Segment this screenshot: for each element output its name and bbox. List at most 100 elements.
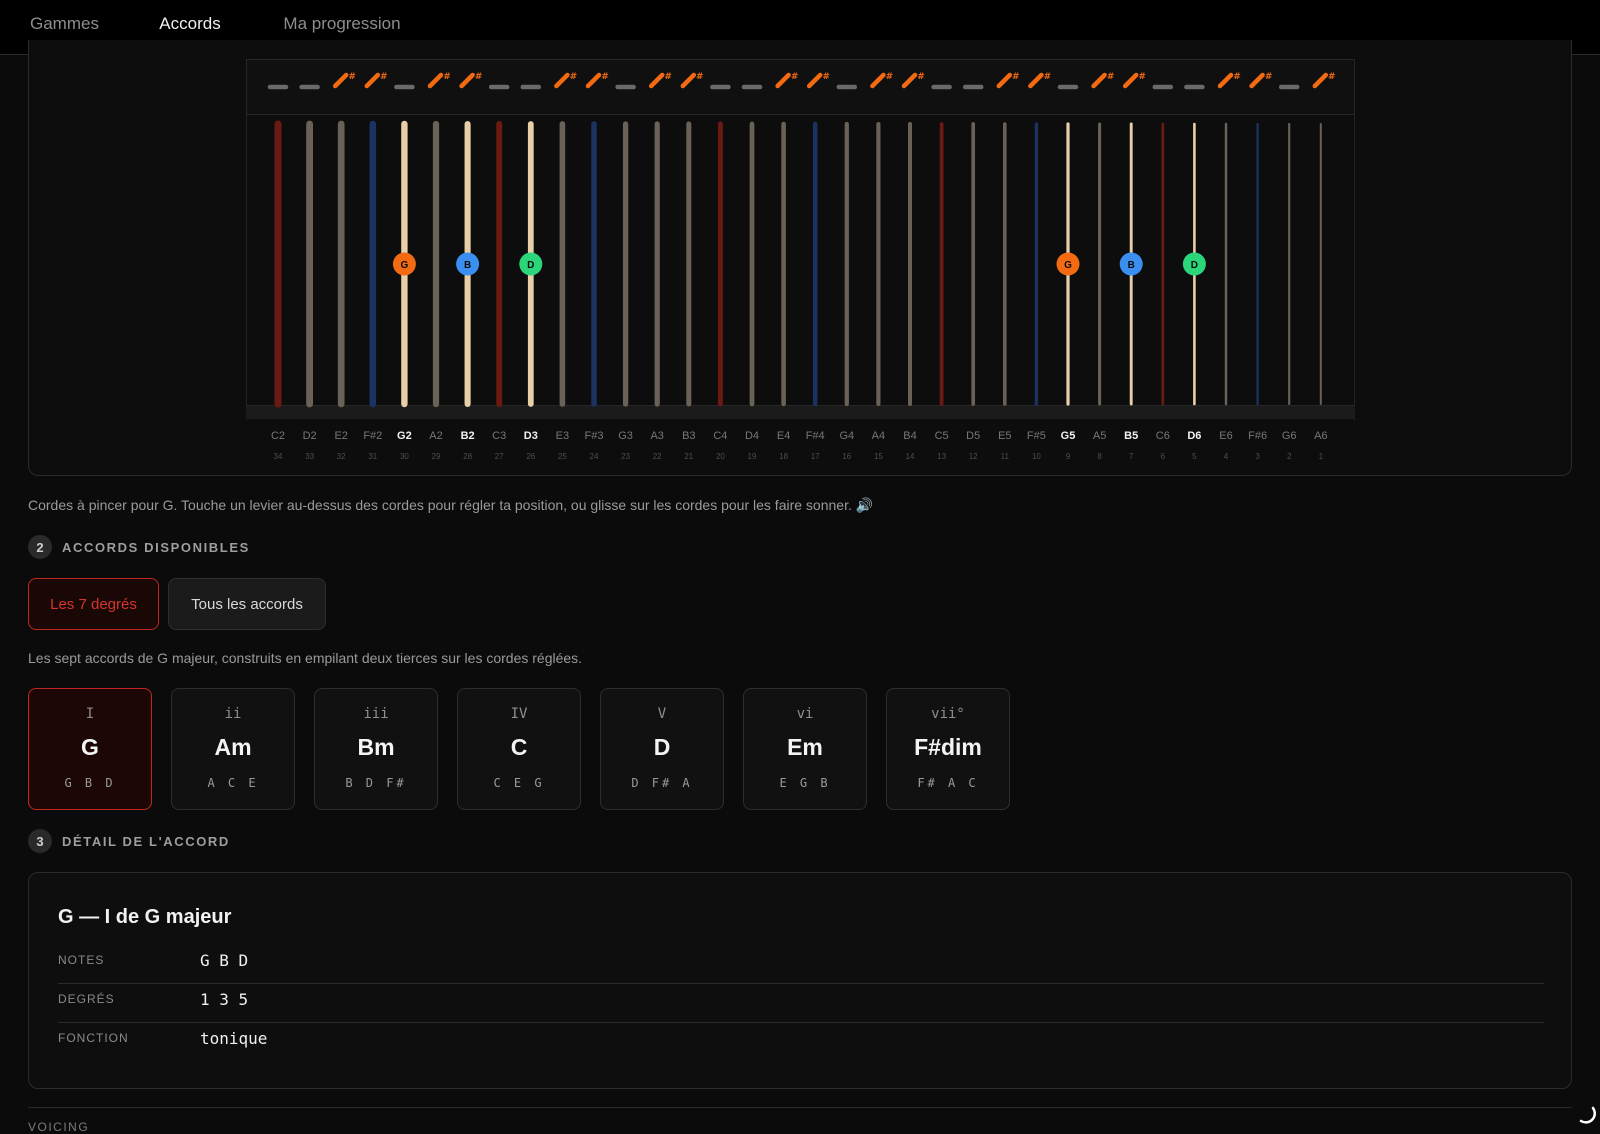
- string-number-label: 15: [874, 452, 883, 461]
- string-note-label: G3: [618, 430, 633, 442]
- string-note-label: A3: [650, 430, 663, 442]
- string-note-label: E2: [334, 430, 347, 442]
- string-number-label: 7: [1129, 452, 1134, 461]
- string-number-label: 26: [526, 452, 535, 461]
- chord-card-iii[interactable]: iii Bm B D F#: [314, 688, 438, 810]
- string-number-label: 32: [337, 452, 346, 461]
- lever-sharp[interactable]: [1122, 72, 1139, 89]
- chord-degree: vii°: [931, 706, 965, 722]
- chord-card-v[interactable]: V D D F# A: [600, 688, 724, 810]
- chord-card-i[interactable]: I G G B D: [28, 688, 152, 810]
- lever-sharp[interactable]: [901, 72, 918, 89]
- detail-value: tonique: [200, 1029, 268, 1048]
- lever-sharp[interactable]: [996, 72, 1013, 89]
- string-number-label: 3: [1255, 452, 1260, 461]
- string-note-label: F#3: [585, 430, 604, 442]
- lever-sharp[interactable]: [585, 72, 602, 89]
- chord-card-vi[interactable]: vi Em E G B: [743, 688, 867, 810]
- sharp-symbol: #: [696, 72, 704, 82]
- voicing-label: VOICING: [28, 1120, 90, 1134]
- chord-detail-panel: G — I de G majeur NOTES G B D DEGRÉS 1 3…: [28, 872, 1572, 1089]
- string-note-label: A6: [1314, 430, 1327, 442]
- lever-sharp[interactable]: [680, 72, 697, 89]
- lever-sharp[interactable]: [554, 72, 570, 89]
- chord-note-label: G: [401, 260, 409, 271]
- string-number-label: 11: [1001, 452, 1010, 461]
- string-number-label: 5: [1192, 452, 1197, 461]
- string-number-label: 27: [495, 452, 504, 461]
- chord-cards: I G G B D ii Am A C E iii Bm B D F# IV C…: [28, 688, 1010, 810]
- sharp-symbol: #: [917, 72, 925, 82]
- string-note-label: B3: [682, 430, 695, 442]
- harp-diagram: C234D233#E232#F#231GG230#A229#BB228C327D…: [267, 72, 1336, 461]
- chord-name: G: [81, 734, 99, 760]
- chord-card-ii[interactable]: ii Am A C E: [171, 688, 295, 810]
- string-note-label: D4: [745, 430, 759, 442]
- string-note-label: F#2: [363, 430, 382, 442]
- section-available-chords: 2 ACCORDS DISPONIBLES: [28, 534, 250, 560]
- string-number-label: 23: [621, 452, 630, 461]
- sharp-symbol: #: [380, 72, 388, 82]
- lever-sharp[interactable]: [332, 72, 349, 89]
- chord-notes: F# A C: [917, 776, 979, 790]
- filter-seven-degrees-button[interactable]: Les 7 degrés: [28, 578, 159, 630]
- detail-value: 1 3 5: [200, 990, 249, 1009]
- string-note-label: C2: [271, 430, 285, 442]
- sharp-symbol: #: [1044, 72, 1052, 82]
- sharp-symbol: #: [1138, 72, 1146, 82]
- detail-key: FONCTION: [58, 1031, 129, 1045]
- chord-notes: G B D: [64, 776, 116, 790]
- string-number-label: 9: [1066, 452, 1071, 461]
- string-note-label: C6: [1156, 430, 1170, 442]
- chord-degree: I: [85, 706, 95, 722]
- sharp-symbol: #: [570, 72, 578, 82]
- lever-sharp[interactable]: [1217, 72, 1234, 89]
- string-note-label: F#6: [1248, 430, 1267, 442]
- lever-sharp[interactable]: [648, 72, 665, 89]
- chord-notes: B D F#: [345, 776, 407, 790]
- instruction-text: Cordes à pincer pour G. Touche un levier…: [28, 497, 874, 513]
- lever-sharp[interactable]: [1312, 72, 1329, 89]
- lever-sharp[interactable]: [1091, 72, 1107, 89]
- chord-card-vii[interactable]: vii° F#dim F# A C: [886, 688, 1010, 810]
- chord-card-iv[interactable]: IV C C E G: [457, 688, 581, 810]
- section-chord-detail: 3 DÉTAIL DE L'ACCORD: [28, 828, 230, 854]
- string-note-label: E6: [1219, 430, 1232, 442]
- string-note-label: F#5: [1027, 430, 1046, 442]
- lever-sharp[interactable]: [459, 72, 475, 89]
- chord-detail-title: G — I de G majeur: [58, 906, 232, 928]
- lever-sharp[interactable]: [870, 72, 886, 89]
- string-number-label: 8: [1097, 452, 1102, 461]
- string-note-label: G2: [397, 430, 412, 442]
- lever-sharp[interactable]: [1249, 72, 1265, 89]
- sharp-symbol: #: [1012, 72, 1020, 82]
- string-note-label: C4: [713, 430, 727, 442]
- string-note-label: E4: [777, 430, 790, 442]
- detail-row-function: FONCTION tonique: [58, 1023, 1544, 1062]
- string-note-label: A4: [872, 430, 885, 442]
- string-number-label: 10: [1032, 452, 1041, 461]
- chord-name: F#dim: [914, 734, 982, 760]
- string-note-label: F#4: [806, 430, 825, 442]
- filter-all-chords-button[interactable]: Tous les accords: [168, 578, 326, 630]
- chord-degree: iii: [363, 706, 389, 722]
- string-number-label: 33: [305, 452, 314, 461]
- chord-degree: ii: [224, 706, 242, 722]
- chord-notes: E G B: [779, 776, 831, 790]
- string-number-label: 30: [400, 452, 409, 461]
- lever-sharp[interactable]: [427, 72, 444, 89]
- sharp-symbol: #: [822, 72, 830, 82]
- chord-name: D: [653, 734, 671, 760]
- sharp-symbol: #: [664, 72, 672, 82]
- lever-sharp[interactable]: [806, 72, 823, 89]
- lever-sharp[interactable]: [775, 72, 791, 89]
- chord-name: Em: [787, 734, 823, 760]
- lever-sharp[interactable]: [364, 72, 381, 89]
- lever-sharp[interactable]: [1028, 72, 1044, 89]
- chord-note-label: B: [464, 260, 471, 271]
- string-note-label: G5: [1061, 430, 1076, 442]
- string-number-label: 28: [463, 452, 472, 461]
- string-number-label: 16: [842, 452, 851, 461]
- string-note-label: G4: [839, 430, 854, 442]
- string-number-label: 6: [1161, 452, 1166, 461]
